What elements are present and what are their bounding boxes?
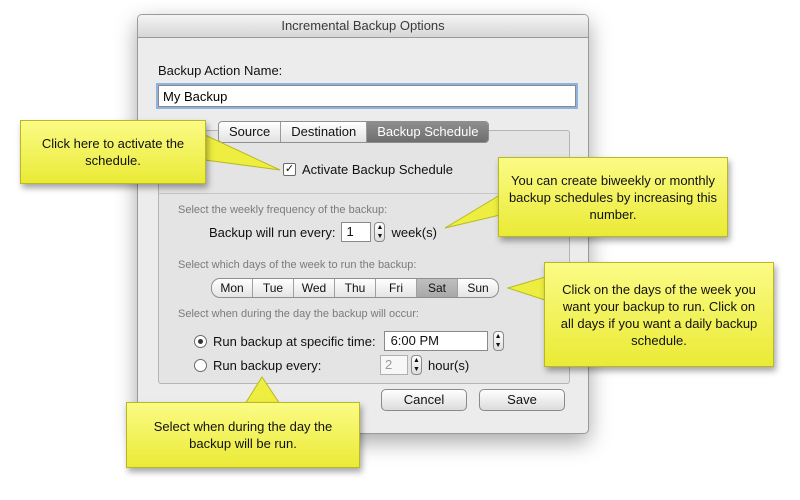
time-callout: Select when during the day the backup wi… xyxy=(126,402,360,468)
every-label: Run backup every: xyxy=(213,357,322,373)
specific-time-stepper[interactable]: ▲ ▼ xyxy=(492,331,504,351)
every-row: Run backup every: 2 ▲ ▼ hour(s) xyxy=(194,355,469,375)
activate-callout: Click here to activate the schedule. xyxy=(20,120,206,184)
every-radio[interactable] xyxy=(194,358,207,372)
tab-bar: Source Destination Backup Schedule xyxy=(218,121,490,143)
activate-schedule-checkbox[interactable]: ✓ xyxy=(283,163,296,176)
tab-destination[interactable]: Destination xyxy=(281,122,368,142)
save-button[interactable]: Save xyxy=(479,389,565,411)
specific-time-input[interactable]: 6:00 PM xyxy=(383,331,488,351)
frequency-unit: week(s) xyxy=(391,224,437,240)
specific-time-radio[interactable] xyxy=(194,334,207,348)
time-hint: Select when during the day the backup wi… xyxy=(178,308,419,320)
frequency-label: Backup will run every: xyxy=(209,224,336,240)
every-hours-stepper[interactable]: ▲ ▼ xyxy=(411,355,422,375)
day-wed[interactable]: Wed xyxy=(294,279,335,297)
frequency-input[interactable]: 1 xyxy=(341,222,372,242)
day-sun[interactable]: Sun xyxy=(458,279,498,297)
tab-backup-schedule[interactable]: Backup Schedule xyxy=(367,122,489,142)
days-callout: Click on the days of the week you want y… xyxy=(544,262,774,367)
day-fri[interactable]: Fri xyxy=(376,279,417,297)
day-mon[interactable]: Mon xyxy=(212,279,253,297)
cancel-button[interactable]: Cancel xyxy=(381,389,467,411)
activate-schedule-label: Activate Backup Schedule xyxy=(302,162,454,177)
every-unit: hour(s) xyxy=(428,357,470,373)
backup-name-label: Backup Action Name: xyxy=(158,63,283,78)
tab-source[interactable]: Source xyxy=(219,122,282,142)
window-title: Incremental Backup Options xyxy=(138,15,588,38)
every-hours-input[interactable]: 2 xyxy=(380,355,408,375)
frequency-callout: You can create biweekly or monthly backu… xyxy=(498,157,728,237)
backup-name-input[interactable] xyxy=(158,85,576,107)
frequency-hint: Select the weekly frequency of the backu… xyxy=(178,204,388,216)
day-sat[interactable]: Sat xyxy=(417,279,458,297)
frequency-stepper[interactable]: ▲ ▼ xyxy=(374,222,386,242)
specific-time-label: Run backup at specific time: xyxy=(213,333,376,349)
activate-schedule-row[interactable]: ✓ Activate Backup Schedule xyxy=(283,162,453,177)
day-thu[interactable]: Thu xyxy=(335,279,376,297)
days-segmented-control: Mon Tue Wed Thu Fri Sat Sun xyxy=(211,278,499,298)
day-tue[interactable]: Tue xyxy=(253,279,294,297)
frequency-row: Backup will run every: 1 ▲ ▼ week(s) xyxy=(209,222,437,242)
specific-time-row: Run backup at specific time: 6:00 PM ▲ ▼ xyxy=(194,331,510,351)
days-hint: Select which days of the week to run the… xyxy=(178,259,417,271)
